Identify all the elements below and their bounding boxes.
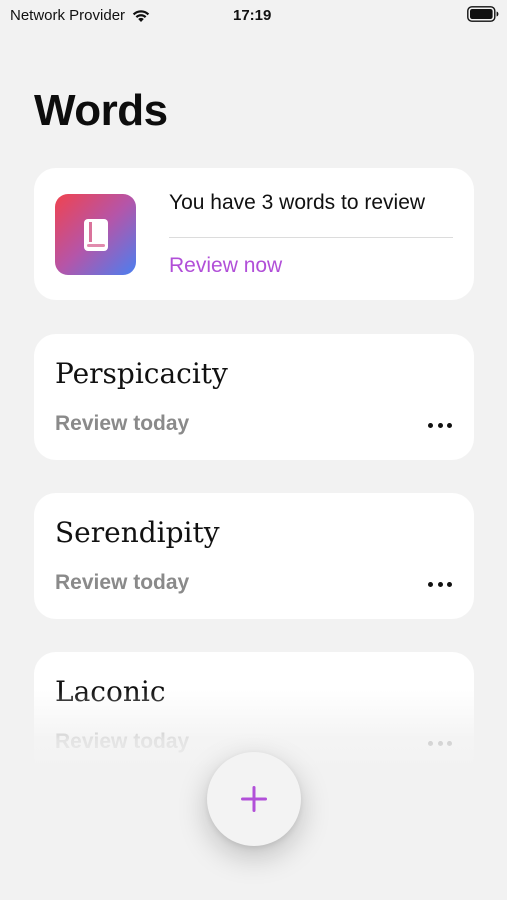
clock: 17:19 <box>233 7 272 24</box>
word-card[interactable]: Perspicacity Review today <box>34 334 474 460</box>
carrier-group: Network Provider <box>10 7 151 24</box>
book-icon <box>55 194 136 275</box>
word-review-status: Review today <box>55 412 190 435</box>
page-title: Words <box>34 86 168 135</box>
battery-icon <box>467 6 499 22</box>
words-screen: Network Provider 17:19 Words You have 3 … <box>0 0 507 900</box>
word-title: Serendipity <box>55 516 220 549</box>
word-card[interactable]: Serendipity Review today <box>34 493 474 619</box>
word-review-status: Review today <box>55 730 190 753</box>
carrier-label: Network Provider <box>10 7 126 24</box>
more-icon[interactable] <box>428 578 452 590</box>
divider <box>169 237 453 238</box>
more-icon[interactable] <box>428 737 452 749</box>
more-icon[interactable] <box>428 419 452 431</box>
word-title: Perspicacity <box>55 357 228 390</box>
wifi-icon <box>132 10 150 22</box>
word-title: Laconic <box>55 675 166 708</box>
status-bar: Network Provider 17:19 <box>0 0 507 30</box>
review-card[interactable]: You have 3 words to review Review now <box>34 168 474 300</box>
add-word-button[interactable] <box>207 752 301 846</box>
review-message: You have 3 words to review <box>169 191 426 214</box>
review-now-link[interactable]: Review now <box>169 254 282 278</box>
plus-icon <box>241 786 267 812</box>
word-review-status: Review today <box>55 571 190 594</box>
